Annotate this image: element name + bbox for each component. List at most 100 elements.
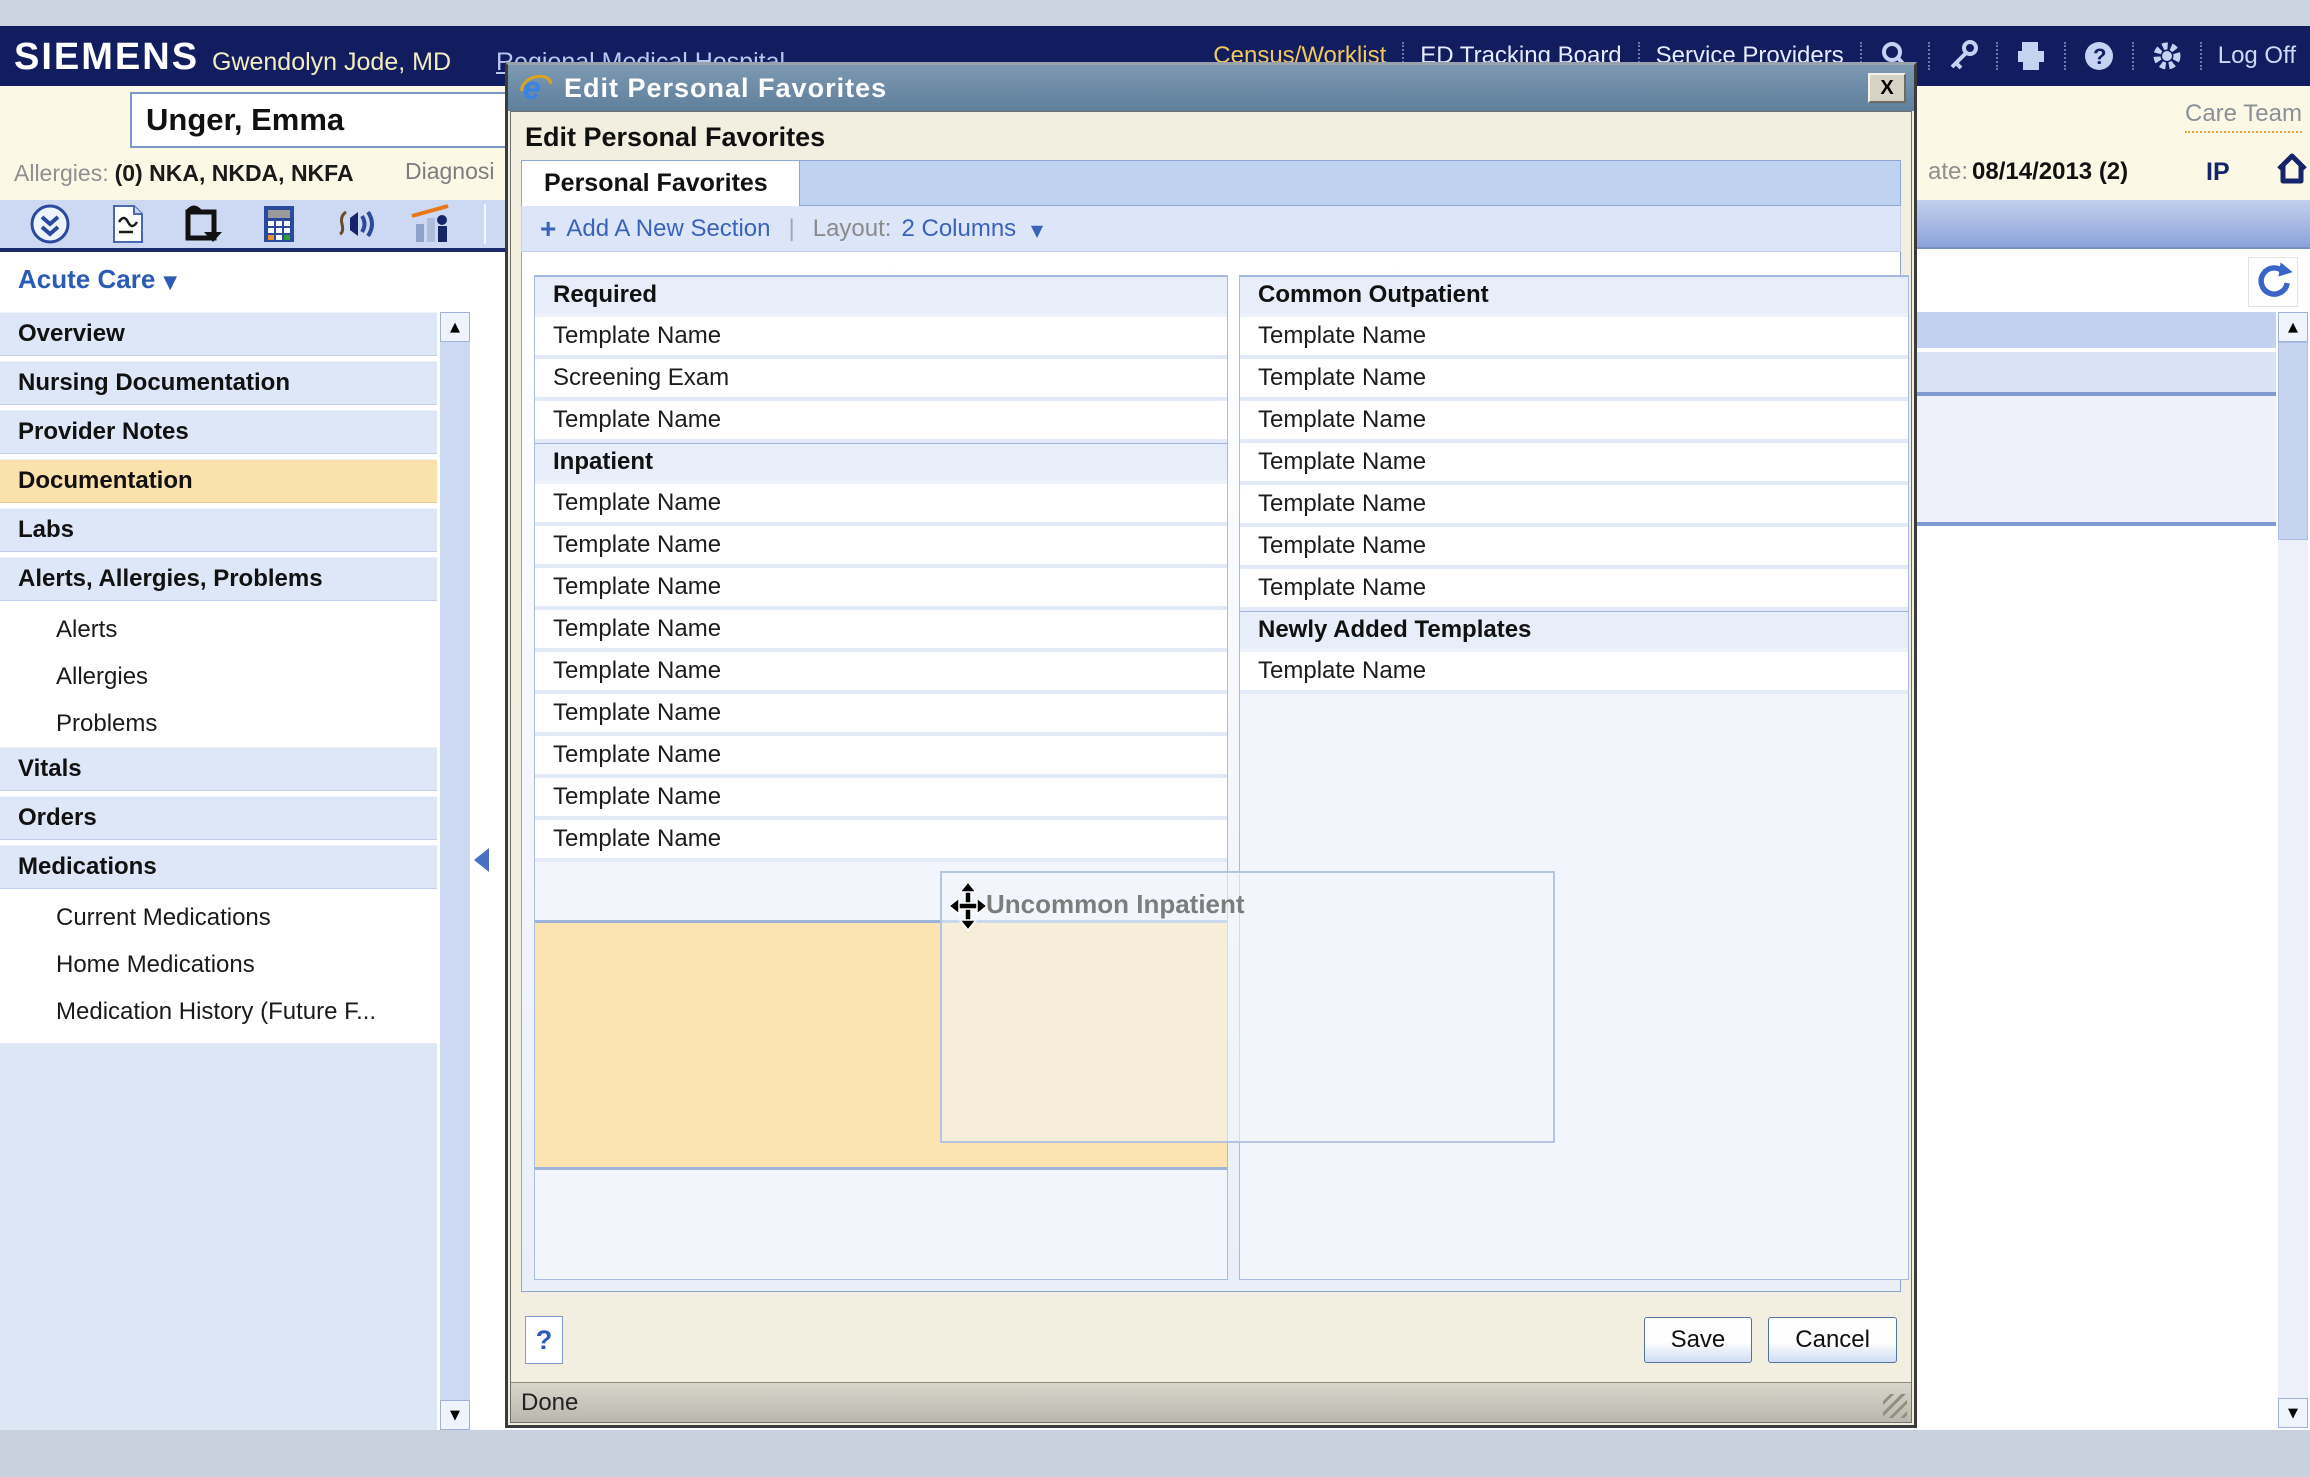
visit-date: ate:08/14/2013 (2) (1928, 158, 2128, 186)
collapse-panel-arrow-icon[interactable] (474, 848, 489, 872)
log-off-button[interactable]: Log Off (2218, 42, 2296, 70)
key-icon[interactable] (1946, 39, 1980, 73)
scroll-down-icon[interactable]: ▼ (440, 1400, 470, 1430)
template-row[interactable]: Template Name (1240, 527, 1908, 569)
section-header-common-outpatient[interactable]: Common Outpatient (1240, 276, 1908, 317)
save-button[interactable]: Save (1644, 1317, 1753, 1363)
sidebar-empty-area (0, 1043, 437, 1430)
document-export-icon[interactable] (104, 202, 150, 246)
actions-separator: | (789, 215, 795, 243)
care-team-link[interactable]: Care Team (2185, 100, 2302, 133)
sidebar-item-labs[interactable]: Labs (0, 508, 437, 552)
dialog-body: Edit Personal Favorites Personal Favorit… (510, 111, 1912, 1423)
template-row[interactable]: Template Name (535, 568, 1227, 610)
nav-separator (2200, 42, 2202, 70)
bottom-band (0, 1430, 2310, 1477)
sidebar-item-current-medications[interactable]: Current Medications (0, 894, 437, 941)
template-row[interactable]: Template Name (535, 526, 1227, 568)
help-icon[interactable]: ? (2082, 39, 2116, 73)
sidebar-item-nursing-documentation[interactable]: Nursing Documentation (0, 361, 437, 405)
help-button[interactable]: ? (525, 1316, 563, 1364)
sidebar-item-documentation[interactable]: Documentation (0, 459, 437, 503)
add-new-section-label: Add A New Section (566, 215, 770, 243)
cancel-button[interactable]: Cancel (1768, 1317, 1897, 1363)
add-new-section-button[interactable]: + Add A New Section (540, 213, 771, 245)
template-row[interactable]: Template Name (1240, 569, 1908, 611)
dictation-audio-icon[interactable] (332, 202, 378, 246)
template-row[interactable]: Template Name (1240, 359, 1908, 401)
template-row[interactable]: Template Name (535, 484, 1227, 526)
perspective-label: Acute Care (18, 264, 155, 294)
tab-personal-favorites[interactable]: Personal Favorites (522, 161, 800, 206)
favorites-actions-row: + Add A New Section | Layout: 2 Columns … (521, 206, 1901, 252)
template-row[interactable]: Template Name (535, 652, 1227, 694)
sidebar-item-vitals[interactable]: Vitals (0, 747, 437, 791)
internet-explorer-icon: e (518, 70, 554, 106)
status-text: Done (521, 1389, 578, 1417)
gear-icon[interactable] (2150, 39, 2184, 73)
allergies-value: (0) NKA, NKDA, NKFA (115, 160, 354, 186)
perspective-selector[interactable]: Acute Care ▼ (0, 252, 472, 295)
sidebar-item-alerts[interactable]: Alerts (0, 606, 437, 653)
refresh-button[interactable] (2248, 257, 2298, 307)
template-row[interactable]: Template Name (535, 694, 1227, 736)
dialog-titlebar[interactable]: e Edit Personal Favorites (508, 65, 1914, 111)
dialog-button-row: ? Save Cancel (511, 1292, 1911, 1388)
sidebar-item-provider-notes[interactable]: Provider Notes (0, 410, 437, 454)
refresh-icon (2249, 258, 2297, 306)
template-row[interactable]: Template Name (1240, 652, 1908, 694)
section-header-inpatient[interactable]: Inpatient (535, 443, 1227, 484)
template-row[interactable]: Template Name (535, 736, 1227, 778)
sidebar-item-medication-history-future-f[interactable]: Medication History (Future F... (0, 988, 437, 1035)
home-icon[interactable] (2272, 148, 2310, 188)
sidebar-item-orders[interactable]: Orders (0, 796, 437, 840)
sidebar-item-medications[interactable]: Medications (0, 845, 437, 889)
nav-separator (2132, 42, 2134, 70)
scroll-down-icon[interactable]: ▼ (2278, 1398, 2308, 1428)
chevron-down-icon: ▼ (163, 272, 177, 293)
sidebar-item-overview[interactable]: Overview (0, 312, 437, 356)
move-cursor-icon (948, 881, 988, 931)
svg-text:?: ? (2093, 44, 2106, 69)
folder-download-icon[interactable] (180, 202, 226, 246)
sidebar-item-problems[interactable]: Problems (0, 700, 437, 747)
scrollbar-thumb[interactable] (2278, 342, 2308, 540)
chevron-down-icon: ▼ (1031, 221, 1043, 240)
content-scrollbar[interactable]: ▲ ▼ (2278, 312, 2308, 1428)
expand-all-icon[interactable] (28, 202, 74, 246)
template-row[interactable]: Template Name (1240, 401, 1908, 443)
template-row[interactable]: Template Name (1240, 443, 1908, 485)
calculator-icon[interactable] (256, 202, 302, 246)
print-icon[interactable] (2014, 39, 2048, 73)
template-row[interactable]: Template Name (535, 820, 1227, 862)
diagnosis-label: Diagnosi (405, 158, 495, 185)
template-row[interactable]: Screening Exam (535, 359, 1227, 401)
results-chart-icon[interactable] (408, 202, 454, 246)
drag-ghost-section[interactable]: Uncommon Inpatient (940, 871, 1555, 1143)
sidebar-scrollbar[interactable]: ▲ ▼ (440, 312, 470, 1430)
template-row[interactable]: Template Name (1240, 485, 1908, 527)
section-header-newly-added-templates[interactable]: Newly Added Templates (1240, 611, 1908, 652)
sidebar-item-alerts-allergies-problems[interactable]: Alerts, Allergies, Problems (0, 557, 437, 601)
allergies-line: Allergies:(0) NKA, NKDA, NKFA (14, 160, 354, 187)
status-bar: Done (511, 1382, 1911, 1422)
layout-dropdown[interactable]: 2 Columns ▼ (901, 215, 1043, 243)
sidebar: Acute Care ▼ Overview Nursing Documentatio… (0, 252, 472, 1430)
nav-separator (2064, 42, 2066, 70)
resize-grip[interactable] (1883, 1394, 1907, 1418)
scroll-up-icon[interactable]: ▲ (440, 312, 470, 342)
sidebar-item-allergies[interactable]: Allergies (0, 653, 437, 700)
template-row[interactable]: Template Name (535, 317, 1227, 359)
template-row[interactable]: Template Name (535, 610, 1227, 652)
section-header-required[interactable]: Required (535, 276, 1227, 317)
template-row[interactable]: Template Name (535, 401, 1227, 443)
layout-value: 2 Columns (901, 215, 1016, 242)
scroll-up-icon[interactable]: ▲ (2278, 312, 2308, 342)
sidebar-item-home-medications[interactable]: Home Medications (0, 941, 437, 988)
close-icon[interactable]: X (1868, 73, 1906, 103)
drag-ghost-label: Uncommon Inpatient (986, 889, 1245, 920)
template-row[interactable]: Template Name (535, 778, 1227, 820)
template-row[interactable]: Template Name (1240, 317, 1908, 359)
patient-name-box[interactable]: Unger, Emma (130, 92, 510, 148)
toolbar-separator (484, 204, 486, 244)
